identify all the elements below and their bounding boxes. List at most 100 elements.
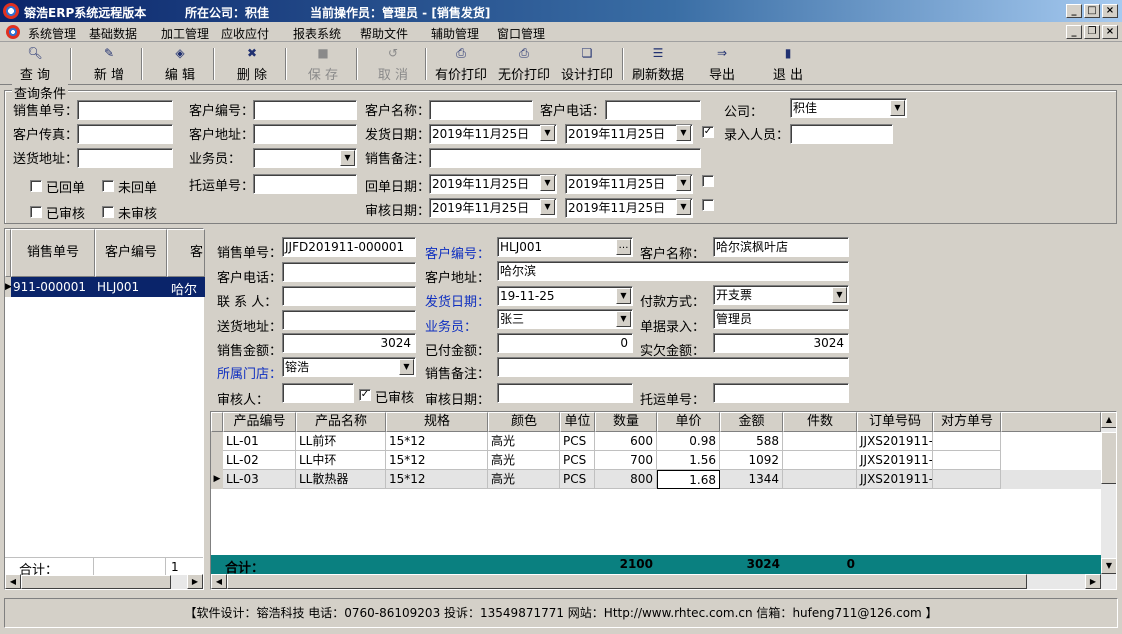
d-store-label[interactable]: 所属门店： (217, 363, 282, 382)
close-button[interactable]: × (1102, 4, 1118, 18)
returned-checkbox[interactable] (30, 180, 42, 192)
calendar-dropdown-icon[interactable]: ▼ (616, 288, 631, 304)
cell-amount[interactable]: 1092 (720, 451, 783, 470)
mdi-minimize-button[interactable]: _ (1066, 25, 1082, 39)
d-ship-addr-input[interactable] (282, 310, 416, 330)
scroll-thumb[interactable] (1101, 432, 1116, 484)
q-consign-no-input[interactable] (253, 174, 357, 194)
col-color-header[interactable]: 颜色 (488, 412, 560, 432)
list-horizontal-scrollbar[interactable]: ◀ ▶ (5, 574, 203, 589)
mdi-icon[interactable] (6, 25, 20, 39)
cell-amount[interactable]: 1344 (720, 470, 783, 489)
d-store-select[interactable]: 镕浩 ▼ (282, 357, 416, 377)
scroll-right-icon[interactable]: ▶ (187, 574, 203, 589)
d-auditor-input[interactable] (282, 383, 354, 403)
minimize-button[interactable]: _ (1066, 4, 1082, 18)
col-spec-header[interactable]: 规格 (386, 412, 488, 432)
cell-product-code[interactable]: LL-03 (223, 470, 296, 489)
cell-order-no[interactable]: JJXS201911- (857, 470, 933, 489)
cell-spec[interactable]: 15*12 (386, 432, 488, 451)
scroll-thumb[interactable] (21, 575, 171, 589)
grid-horizontal-scrollbar[interactable]: ◀ ▶ (211, 574, 1116, 589)
col-amount-header[interactable]: 金额 (720, 412, 783, 432)
cell-peer-no[interactable] (933, 470, 1001, 489)
d-ship-date-label[interactable]: 发货日期： (425, 291, 490, 310)
chevron-down-icon[interactable]: ▼ (399, 359, 414, 375)
cell-product-name[interactable]: LL前环 (296, 432, 386, 451)
table-row[interactable]: LL-02 LL中环 15*12 高光 PCS 700 1.56 1092 JJXS201911… (223, 451, 1101, 470)
d-audited-checkbox[interactable]: ✓ (359, 389, 371, 401)
cell-peer-no[interactable] (933, 432, 1001, 451)
calendar-dropdown-icon[interactable]: ▼ (676, 199, 691, 215)
col-price-header[interactable]: 单价 (657, 412, 720, 432)
cell-price[interactable]: 1.68 (657, 470, 720, 489)
menu-aux[interactable]: 辅助管理 (431, 25, 479, 42)
d-cust-code-input[interactable]: HLJ001… (497, 237, 633, 257)
scroll-right-icon[interactable]: ▶ (1085, 574, 1101, 589)
d-salesman-label[interactable]: 业务员： (425, 316, 477, 335)
cell-spec[interactable]: 15*12 (386, 470, 488, 489)
save-button[interactable]: ■ 保 存 (298, 46, 348, 83)
cell-price[interactable]: 1.56 (657, 451, 720, 470)
table-row[interactable]: 911-000001 HLJ001 哈尔滨 (11, 277, 205, 317)
ellipsis-icon[interactable]: … (616, 239, 631, 255)
audited-checkbox[interactable] (30, 206, 42, 218)
chevron-down-icon[interactable]: ▼ (616, 311, 631, 327)
cell-color[interactable]: 高光 (488, 432, 560, 451)
table-row[interactable]: LL-03 LL散热器 15*12 高光 PCS 800 1.68 1344 JJXS20191… (223, 470, 1101, 489)
col-cust-name-header[interactable]: 客 (167, 229, 205, 277)
q-salesman-select[interactable]: ▼ (253, 148, 357, 168)
cell-product-code[interactable]: LL-01 (223, 432, 296, 451)
d-ship-date-input[interactable]: 19-11-25 ▼ (497, 286, 633, 306)
calendar-dropdown-icon[interactable]: ▼ (540, 199, 555, 215)
new-button[interactable]: ✎ 新 增 (84, 46, 134, 83)
edit-button[interactable]: ◈ 编 辑 (155, 46, 205, 83)
col-order-no-header[interactable]: 订单号码 (857, 412, 933, 432)
menu-help[interactable]: 帮助文件 (360, 25, 408, 42)
print-without-price-button[interactable]: ⎙ 无价打印 (494, 46, 554, 83)
d-contact-input[interactable] (282, 286, 416, 306)
col-pieces-header[interactable]: 件数 (783, 412, 857, 432)
menu-window[interactable]: 窗口管理 (497, 25, 545, 42)
d-sale-no-input[interactable]: JJFD201911-000001 (282, 237, 416, 257)
cell-product-code[interactable]: LL-02 (223, 451, 296, 470)
col-sale-no-header[interactable]: 销售单号 (11, 229, 95, 277)
q-cust-code-input[interactable] (253, 100, 357, 120)
cell-price[interactable]: 0.98 (657, 432, 720, 451)
not-audited-checkbox[interactable] (102, 206, 114, 218)
q-company-select[interactable]: 积佳 ▼ (790, 98, 907, 118)
q-ship-date-from[interactable]: 2019年11月25日 (429, 124, 557, 144)
menu-processing[interactable]: 加工管理 (161, 25, 209, 42)
q-entry-person-input[interactable] (790, 124, 893, 144)
d-cust-code-label[interactable]: 客户编号： (425, 243, 490, 262)
menu-receivable-payable[interactable]: 应收应付 (221, 25, 269, 42)
d-cust-name-input[interactable]: 哈尔滨枫叶店 (713, 237, 849, 257)
calendar-dropdown-icon[interactable]: ▼ (676, 125, 691, 141)
cell-spec[interactable]: 15*12 (386, 451, 488, 470)
col-unit-header[interactable]: 单位 (560, 412, 595, 432)
cell-color[interactable]: 高光 (488, 470, 560, 489)
d-pay-select[interactable]: 开支票 ▼ (713, 285, 849, 305)
cell-unit[interactable]: PCS (560, 470, 595, 489)
grid-vertical-scrollbar[interactable]: ▲ ▼ (1101, 412, 1116, 574)
d-entry-input[interactable]: 管理员 (713, 309, 849, 329)
d-paid-input[interactable]: 0 (497, 333, 633, 353)
col-product-code-header[interactable]: 产品编号 (223, 412, 296, 432)
d-cust-tel-input[interactable] (282, 262, 416, 282)
calendar-dropdown-icon[interactable]: ▼ (676, 175, 691, 191)
cancel-button[interactable]: ↺ 取 消 (368, 46, 418, 83)
maximize-button[interactable]: □ (1084, 4, 1100, 18)
calendar-dropdown-icon[interactable]: ▼ (540, 175, 555, 191)
col-qty-header[interactable]: 数量 (595, 412, 657, 432)
cell-order-no[interactable]: JJXS201911- (857, 451, 933, 470)
col-product-name-header[interactable]: 产品名称 (296, 412, 386, 432)
calendar-dropdown-icon[interactable]: ▼ (540, 125, 555, 141)
query-button[interactable]: 🔍︎ 查 询 (10, 46, 60, 83)
cell-peer-no[interactable] (933, 451, 1001, 470)
q-audit-date-to[interactable]: 2019年11月25日 (565, 198, 693, 218)
q-ship-addr-input[interactable] (77, 148, 173, 168)
delete-button[interactable]: ✖ 删 除 (227, 46, 277, 83)
menu-reports[interactable]: 报表系统 (293, 25, 341, 42)
d-note-input[interactable] (497, 357, 849, 377)
cell-unit[interactable]: PCS (560, 432, 595, 451)
